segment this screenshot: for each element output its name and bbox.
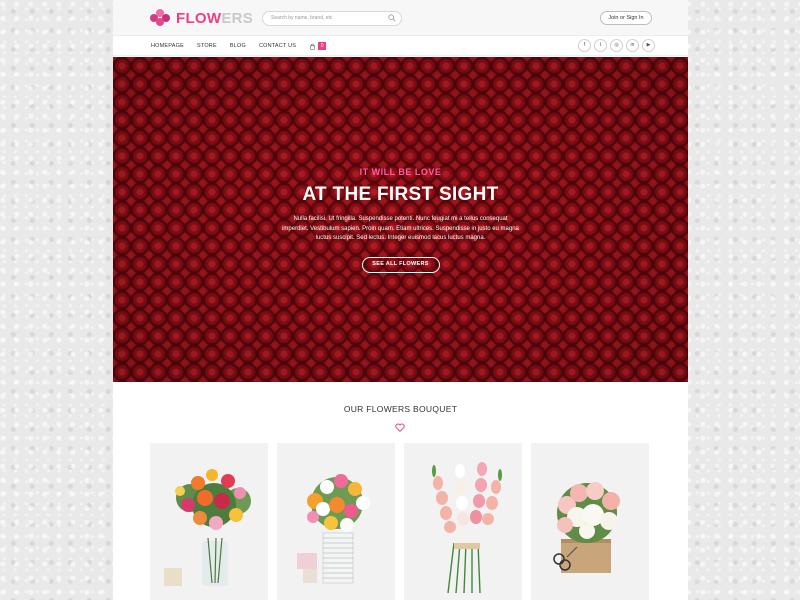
page: FLOWERS Search by name, brand, etc Join …	[113, 0, 688, 600]
youtube-icon[interactable]: ▶	[642, 39, 655, 52]
hero-banner: IT WILL BE LOVE AT THE FIRST SIGHT Nulla…	[113, 57, 688, 382]
logo-text-part1: FLOW	[176, 9, 222, 27]
rose-basket-image	[553, 482, 620, 573]
linkedin-icon[interactable]: in	[626, 39, 639, 52]
see-all-flowers-button[interactable]: SEE ALL FLOWERS	[361, 256, 440, 273]
product-card-gladiolus-bouquet[interactable]	[404, 443, 522, 600]
search-input[interactable]: Search by name, brand, etc	[262, 11, 402, 26]
gladiolus-bouquet-image	[432, 462, 502, 594]
top-header: FLOWERS Search by name, brand, etc Join …	[113, 0, 688, 36]
navbar: HOMEPAGE STORE BLOG CONTACT US 0 f t ◎ i…	[113, 36, 688, 56]
hero-text: Nulla facilisi. Ut fringilla. Suspendiss…	[282, 216, 519, 241]
search-icon[interactable]	[388, 14, 396, 22]
logo[interactable]: FLOWERS	[150, 8, 253, 28]
nav-item-homepage[interactable]: HOMEPAGE	[151, 43, 184, 49]
signin-button[interactable]: Join or Sign In	[600, 11, 652, 25]
instagram-icon[interactable]: ◎	[610, 39, 623, 52]
shopping-bag-icon	[310, 43, 316, 50]
mixed-bouquet-image	[164, 469, 251, 586]
nav-item-blog[interactable]: BLOG	[230, 43, 246, 49]
bouquet-grid	[150, 443, 649, 600]
hero-title: AT THE FIRST SIGHT	[302, 184, 499, 205]
flower-cluster-icon	[150, 9, 172, 27]
logo-text-part2: ERS	[221, 9, 254, 27]
twitter-icon[interactable]: t	[594, 39, 607, 52]
logo-text: FLOWERS	[176, 10, 253, 27]
cart-count-badge: 0	[318, 42, 327, 50]
cart-button[interactable]: 0	[309, 42, 327, 50]
heart-icon	[395, 423, 405, 432]
section-title: OUR FLOWERS BOUQUET	[343, 404, 458, 414]
hero-content: IT WILL BE LOVE AT THE FIRST SIGHT Nulla…	[113, 167, 688, 273]
nav-item-contact-us[interactable]: CONTACT US	[259, 43, 296, 49]
nav-item-store[interactable]: STORE	[197, 43, 217, 49]
facebook-icon[interactable]: f	[578, 39, 591, 52]
main-nav: HOMEPAGE STORE BLOG CONTACT US 0	[151, 36, 327, 56]
social-links: f t ◎ in ▶	[575, 39, 655, 52]
tulip-bouquet-image	[297, 474, 370, 584]
hero-subtitle: IT WILL BE LOVE	[359, 167, 442, 177]
product-card-rose-basket[interactable]	[531, 443, 649, 600]
product-card-tulip-bouquet[interactable]	[277, 443, 395, 600]
product-card-mixed-bouquet[interactable]	[150, 443, 268, 600]
